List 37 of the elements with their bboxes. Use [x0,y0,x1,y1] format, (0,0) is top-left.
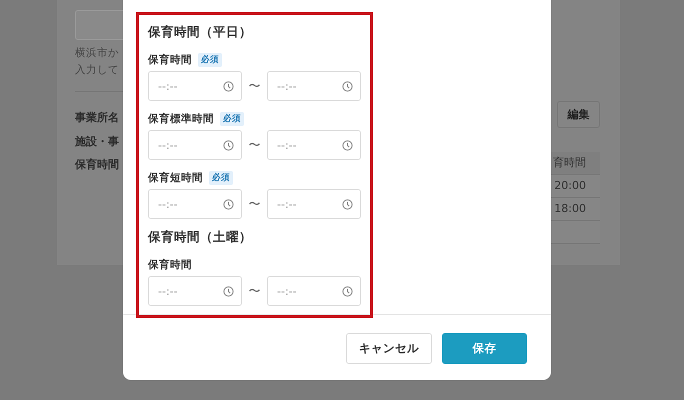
time-field[interactable]: --:-- [267,130,361,160]
clock-icon [342,140,353,151]
save-button[interactable]: 保存 [442,333,527,364]
time-field[interactable]: --:-- [148,130,242,160]
section-title: 保育時間（平日） [148,24,253,39]
required-badge: 必須 [220,112,244,126]
range-separator: 〜 [248,78,262,94]
clock-icon [342,199,353,210]
clock-icon [223,81,234,92]
clock-icon [223,286,234,297]
time-field[interactable]: --:-- [148,276,242,306]
time-field[interactable]: --:-- [267,71,361,101]
field-label: 保育時間 [148,258,192,272]
section-title: 保育時間（土曜） [148,229,253,244]
range-separator: 〜 [248,282,262,300]
clock-icon [342,286,353,297]
clock-icon [223,199,234,210]
range-separator: 〜 [248,196,262,212]
time-field[interactable]: --:-- [267,276,361,306]
required-badge: 必須 [209,171,233,185]
clock-icon [223,140,234,151]
edit-button[interactable]: 編集 [557,101,600,128]
time-field[interactable]: --:-- [148,189,242,219]
cancel-button[interactable]: キャンセル [346,333,432,364]
field-label: 保育時間 [75,157,119,173]
time-field[interactable]: --:-- [267,189,361,219]
help-text: 入力して [75,63,119,78]
required-badge: 必須 [198,53,222,67]
field-label: 保育短時間 [148,171,203,185]
clock-icon [342,81,353,92]
range-separator: 〜 [248,136,262,154]
field-label: 施設・事 [75,134,119,150]
field-label: 保育時間 [148,53,192,67]
time-field[interactable]: --:-- [148,71,242,101]
field-label: 保育標準時間 [148,112,214,126]
help-text: 横浜市か [75,46,119,61]
field-label: 事業所名 [75,110,119,126]
